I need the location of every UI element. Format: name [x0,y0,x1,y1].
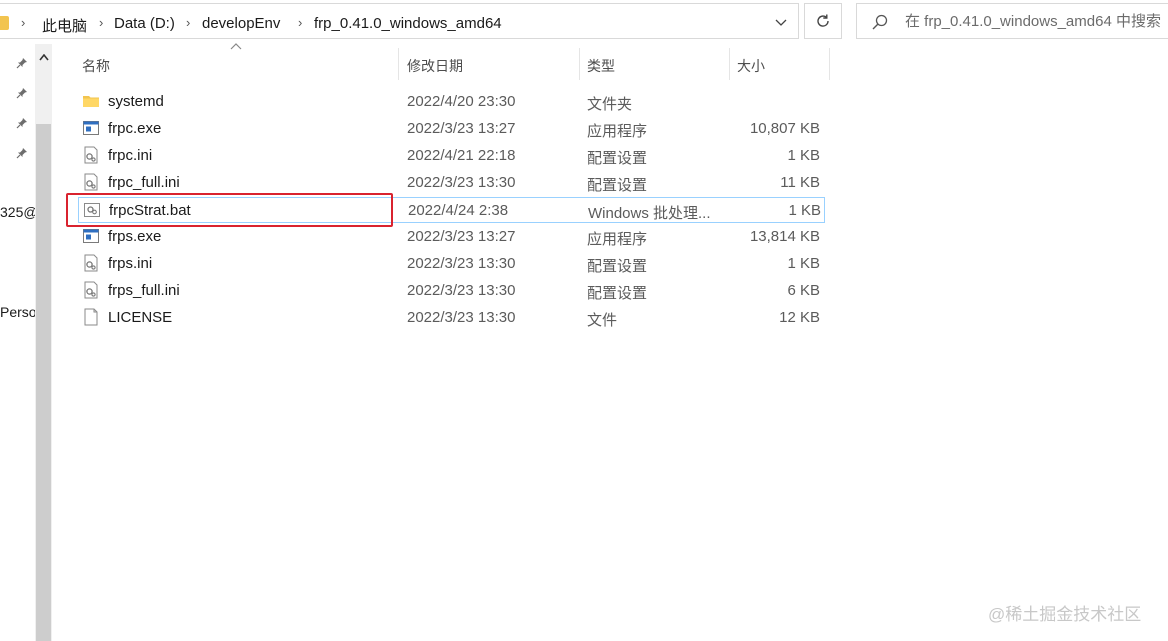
scroll-up-button[interactable] [35,50,52,64]
file-name: frps_full.ini [108,282,180,299]
column-type[interactable]: 类型 [583,48,728,80]
column-divider[interactable] [729,48,730,80]
file-name: frpc.exe [108,120,162,137]
nav-item-personal[interactable]: Perso [0,304,35,320]
file-size: 6 KB [787,282,820,299]
chevron-right-icon[interactable]: › [21,15,25,30]
file-modified-date: 2022/3/23 13:30 [407,282,516,299]
search-icon [872,14,888,30]
config-file-icon [82,146,100,164]
file-modified-date: 2022/3/23 13:30 [407,255,516,272]
file-modified-date: 2022/3/23 13:30 [407,309,516,326]
file-row[interactable]: systemd 2022/4/20 23:30 文件夹 [78,89,825,115]
file-type: 应用程序 [587,231,648,248]
exe-icon [82,227,100,245]
file-type: 文件 [587,312,618,329]
file-row[interactable]: frps.exe 2022/3/23 13:27 应用程序 13,814 KB [78,224,825,250]
file-name: frps.ini [108,255,153,272]
config-file-icon [82,173,100,191]
chevron-right-icon[interactable]: › [99,15,103,30]
file-modified-date: 2022/4/21 22:18 [407,147,516,164]
search-box[interactable] [856,3,1168,39]
config-file-icon [82,254,100,272]
file-type: Windows 批处理... [588,205,711,222]
file-modified-date: 2022/4/20 23:30 [407,93,516,110]
pin-icon[interactable] [16,57,28,69]
refresh-button[interactable] [804,3,842,39]
file-row[interactable]: LICENSE 2022/3/23 13:30 文件 12 KB [78,305,825,331]
file-modified-date: 2022/3/23 13:27 [407,228,516,245]
column-name[interactable]: 名称 [78,48,398,80]
scroll-thumb[interactable] [36,124,51,641]
file-row[interactable]: frps_full.ini 2022/3/23 13:30 配置设置 6 KB [78,278,825,304]
file-name: systemd [108,93,164,110]
folder-icon [0,16,9,30]
file-type: 配置设置 [587,285,648,302]
batch-file-icon [83,201,101,219]
file-type: 文件夹 [587,96,633,113]
file-size: 12 KB [779,309,820,326]
folder-icon [82,92,100,110]
file-name: frpcStrat.bat [109,202,191,219]
watermark: @稀土掘金技术社区 [988,605,1142,624]
file-size: 10,807 KB [749,120,820,137]
chevron-right-icon[interactable]: › [298,15,302,30]
file-row[interactable]: frpcStrat.bat 2022/4/24 2:38 Windows 批处理..… [78,197,825,223]
refresh-icon [817,14,829,27]
nav-item-account[interactable]: 325@ [0,204,35,220]
file-size: 1 KB [787,147,820,164]
file-size: 1 KB [788,202,821,219]
file-modified-date: 2022/3/23 13:27 [407,120,516,137]
column-divider[interactable] [398,48,399,80]
generic-file-icon [82,308,100,326]
pin-icon[interactable] [16,147,28,159]
file-type: 配置设置 [587,258,648,275]
column-modified[interactable]: 修改日期 [403,48,578,80]
navigation-pane: 325@ Perso [0,44,54,641]
chevron-up-icon [38,53,49,60]
file-row[interactable]: frpc_full.ini 2022/3/23 13:30 配置设置 11 KB [78,170,825,196]
column-header-row: 名称 修改日期 类型 大小 [78,43,830,80]
file-size: 13,814 KB [749,228,820,245]
address-row: › 此电脑 › Data (D:) › developEnv › frp_0.4… [0,0,1168,44]
file-size: 11 KB [780,174,820,191]
pin-icon[interactable] [16,117,28,129]
breadcrumb-drive[interactable]: Data (D:) [114,15,175,32]
breadcrumb-this-pc[interactable]: 此电脑 [42,15,87,36]
file-name: frps.exe [108,228,162,245]
file-name: frpc_full.ini [108,174,180,191]
file-row[interactable]: frpc.ini 2022/4/21 22:18 配置设置 1 KB [78,143,825,169]
pin-icon[interactable] [16,87,28,99]
file-modified-date: 2022/4/24 2:38 [408,202,509,219]
address-dropdown-button[interactable] [771,12,791,34]
column-divider[interactable] [579,48,580,80]
chevron-right-icon[interactable]: › [186,15,190,30]
exe-icon [82,119,100,137]
file-modified-date: 2022/3/23 13:30 [407,174,516,191]
file-type: 配置设置 [587,177,648,194]
file-row[interactable]: frps.ini 2022/3/23 13:30 配置设置 1 KB [78,251,825,277]
search-input[interactable] [905,4,1168,38]
address-bar[interactable]: › 此电脑 › Data (D:) › developEnv › frp_0.4… [0,3,799,39]
file-row[interactable]: frpc.exe 2022/3/23 13:27 应用程序 10,807 KB [78,116,825,142]
file-type: 配置设置 [587,150,648,167]
breadcrumb-developenv[interactable]: developEnv [202,15,280,32]
breadcrumb-current-folder[interactable]: frp_0.41.0_windows_amd64 [314,15,502,32]
file-size: 1 KB [787,255,820,272]
file-type: 应用程序 [587,123,648,140]
nav-scrollbar[interactable] [35,44,52,641]
file-name: frpc.ini [108,147,153,164]
chevron-down-icon [775,19,787,26]
config-file-icon [82,281,100,299]
column-divider[interactable] [829,48,830,80]
file-name: LICENSE [108,309,173,326]
column-size[interactable]: 大小 [733,48,829,80]
